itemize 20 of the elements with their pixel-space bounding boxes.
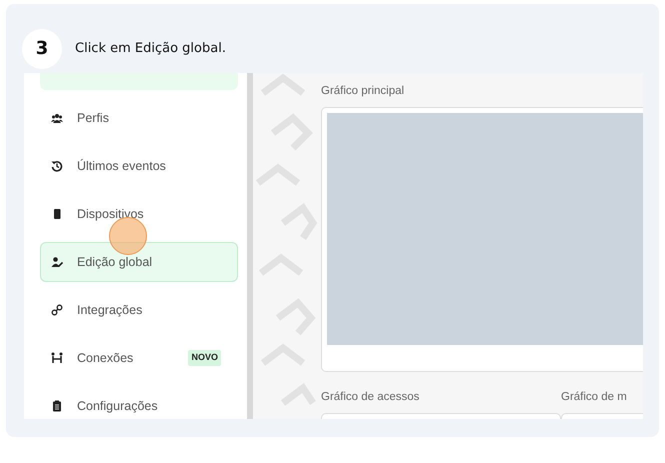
nav-item[interactable]: Edição global — [40, 242, 238, 282]
step-number: 3 — [22, 28, 62, 68]
step-instruction: Click em Edição global. — [75, 41, 226, 56]
nav-item[interactable]: Perfis — [40, 98, 238, 138]
history-icon — [51, 160, 63, 172]
connection-icon — [51, 352, 63, 364]
nav-item[interactable]: Dispositivos — [40, 194, 238, 234]
nav-item[interactable]: Integrações — [40, 290, 238, 330]
user-edit-icon — [51, 256, 63, 268]
tablet-icon — [51, 208, 63, 220]
chart-title: Gráfico principal — [321, 84, 406, 99]
nav-item[interactable]: Conexões NOVO — [40, 338, 238, 378]
new-badge: NOVO — [188, 350, 221, 366]
nav-item[interactable]: Configurações — [40, 386, 238, 419]
chart-title: Gráfico de m — [561, 390, 628, 406]
chart-title: Gráfico de acessos — [321, 390, 420, 406]
clipboard-icon — [51, 400, 63, 412]
users-icon — [51, 112, 63, 124]
link-icon — [51, 304, 63, 316]
nav-item[interactable]: Últimos eventos — [40, 146, 238, 186]
